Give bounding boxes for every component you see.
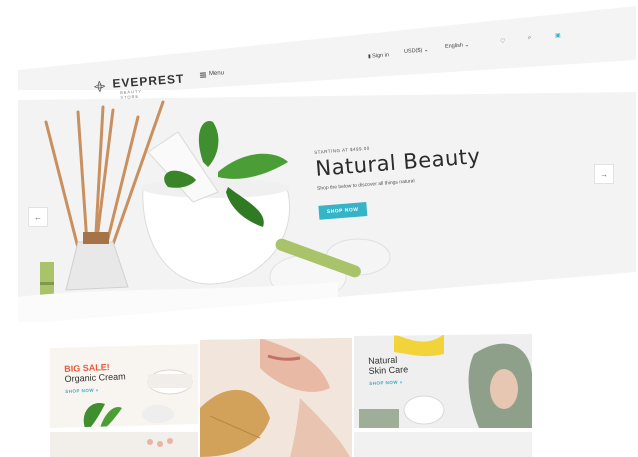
logo-tagline: BEAUTY STORE xyxy=(119,88,143,101)
banner-row-2-left[interactable] xyxy=(50,432,198,457)
hero-copy: STARTING AT $499.00 Natural Beauty Shop … xyxy=(314,137,484,220)
heart-icon[interactable]: ♡ xyxy=(500,38,506,45)
next-slide-button[interactable]: → xyxy=(594,164,614,184)
banner-title: Organic Cream xyxy=(64,371,126,384)
arrow-right-icon: → xyxy=(600,169,608,179)
banner-natural-skin-care[interactable]: Natural Skin Care SHOP NOW » xyxy=(354,334,532,428)
cosmetics-image xyxy=(147,438,173,447)
cart-icon[interactable]: ▣ xyxy=(555,32,561,39)
lotus-logo-icon xyxy=(93,80,106,93)
chevron-down-icon: ⌄ xyxy=(464,42,470,49)
banner-organic-cream[interactable]: BIG SALE! Organic Cream SHOP NOW » xyxy=(50,344,198,428)
hamburger-icon xyxy=(199,71,207,78)
prev-slide-button[interactable]: ← xyxy=(28,207,48,227)
banner-model[interactable] xyxy=(200,338,352,457)
banner-row-2-right[interactable] xyxy=(354,432,532,457)
banner-title-line2: Skin Care xyxy=(368,364,409,376)
search-icon[interactable]: ⌕ xyxy=(528,35,532,42)
model-image xyxy=(200,338,352,457)
banner-3-text: Natural Skin Care SHOP NOW » xyxy=(368,354,409,386)
banner-1-text: BIG SALE! Organic Cream SHOP NOW » xyxy=(64,361,126,394)
arrow-left-icon: ← xyxy=(34,212,42,222)
chevron-down-icon: ⌄ xyxy=(423,47,429,54)
menu-label: Menu xyxy=(208,70,225,78)
